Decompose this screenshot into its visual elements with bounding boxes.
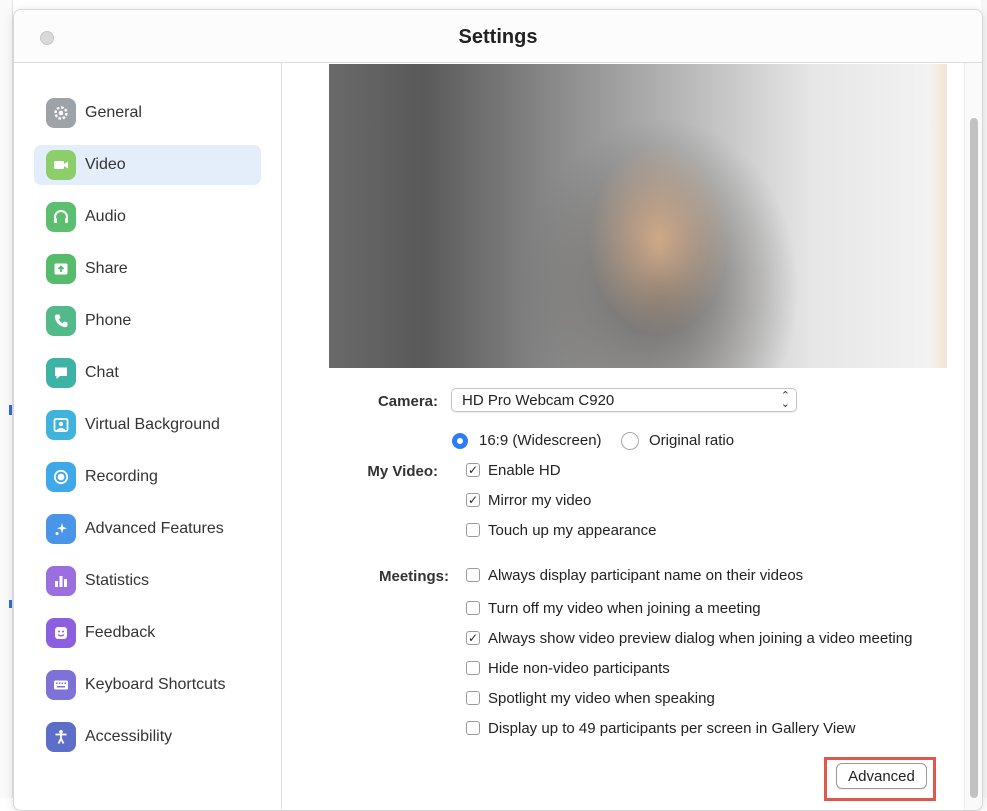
- option-label: Mirror my video: [488, 491, 592, 509]
- sidebar-item-label: Audio: [85, 208, 126, 225]
- sidebar-item-label: Keyboard Shortcuts: [85, 676, 226, 693]
- camera-preview: [329, 64, 947, 368]
- hide-non-video-option[interactable]: Hide non-video participants: [466, 658, 670, 678]
- option-label: Spotlight my video when speaking: [488, 689, 715, 707]
- turn-off-video-option[interactable]: Turn off my video when joining a meeting: [466, 598, 761, 618]
- display-name-option[interactable]: Always display participant name on their…: [466, 565, 803, 585]
- sidebar-item-label: Phone: [85, 312, 132, 329]
- sidebar-item-label: Statistics: [85, 572, 150, 589]
- sidebar-item-share[interactable]: Share: [34, 249, 261, 289]
- aspect-widescreen-radio[interactable]: [452, 433, 468, 449]
- spotlight-checkbox[interactable]: [466, 691, 480, 705]
- option-label: Always display participant name on their…: [488, 566, 804, 584]
- aspect-widescreen-label: 16:9 (Widescreen): [479, 432, 602, 449]
- enable-hd-checkbox[interactable]: ✓: [466, 463, 480, 477]
- sidebar-item-label: Feedback: [85, 624, 156, 641]
- sidebar-item-phone[interactable]: Phone: [34, 301, 261, 341]
- mirror-video-option[interactable]: ✓ Mirror my video: [466, 490, 591, 510]
- enable-hd-option[interactable]: ✓ Enable HD: [466, 460, 561, 480]
- scrollbar-track[interactable]: [964, 63, 982, 810]
- share-screen-icon: [46, 254, 76, 284]
- bar-chart-icon: [46, 566, 76, 596]
- record-icon: [46, 462, 76, 492]
- gallery-49-checkbox[interactable]: [466, 721, 480, 735]
- option-label: Touch up my appearance: [488, 521, 657, 539]
- sidebar-item-video[interactable]: Video: [34, 145, 261, 185]
- sidebar-item-audio[interactable]: Audio: [34, 197, 261, 237]
- sidebar-item-statistics[interactable]: Statistics: [34, 561, 261, 601]
- spotlight-option[interactable]: Spotlight my video when speaking: [466, 688, 715, 708]
- sidebar-item-virtual-background[interactable]: Virtual Background: [34, 405, 261, 445]
- smiley-icon: [46, 618, 76, 648]
- sidebar-item-keyboard-shortcuts[interactable]: Keyboard Shortcuts: [34, 665, 261, 705]
- background-app-accent: [9, 405, 12, 415]
- camera-label: Camera:: [377, 393, 438, 410]
- option-label: Display up to 49 participants per screen…: [488, 719, 856, 737]
- option-label: Turn off my video when joining a meeting: [488, 599, 761, 617]
- sidebar-item-label: Advanced Features: [85, 520, 224, 537]
- mirror-video-checkbox[interactable]: ✓: [466, 493, 480, 507]
- sidebar-item-chat[interactable]: Chat: [34, 353, 261, 393]
- sidebar-item-label: Share: [85, 260, 128, 277]
- keyboard-icon: [46, 670, 76, 700]
- sidebar-item-general[interactable]: General: [34, 93, 261, 133]
- touch-up-checkbox[interactable]: [466, 523, 480, 537]
- video-preview-dialog-checkbox[interactable]: ✓: [466, 631, 480, 645]
- sidebar-item-label: General: [85, 104, 142, 121]
- option-label: Enable HD: [488, 461, 561, 479]
- advanced-button[interactable]: Advanced: [836, 763, 927, 789]
- window-title: Settings: [458, 26, 538, 48]
- display-name-checkbox[interactable]: [466, 568, 480, 582]
- sidebar-item-accessibility[interactable]: Accessibility: [34, 717, 261, 757]
- aspect-original-label: Original ratio: [649, 432, 735, 449]
- sidebar-item-recording[interactable]: Recording: [34, 457, 261, 497]
- person-frame-icon: [46, 410, 76, 440]
- option-label: Always show video preview dialog when jo…: [488, 629, 913, 647]
- sidebar-item-feedback[interactable]: Feedback: [34, 613, 261, 653]
- touch-up-option[interactable]: Touch up my appearance: [466, 520, 656, 540]
- chat-bubble-icon: [46, 358, 76, 388]
- option-label: Hide non-video participants: [488, 659, 670, 677]
- phone-icon: [46, 306, 76, 336]
- sidebar-item-label: Accessibility: [85, 728, 173, 745]
- camera-select[interactable]: HD Pro Webcam C920 ⌃ ⌄: [451, 388, 797, 412]
- background-app-accent: [9, 600, 12, 608]
- sparkle-icon: [46, 514, 76, 544]
- scrollbar-thumb[interactable]: [970, 118, 978, 798]
- sidebar-item-label: Recording: [85, 468, 158, 485]
- chevron-up-down-icon: ⌃ ⌄: [780, 390, 790, 410]
- video-preview-dialog-option[interactable]: ✓ Always show video preview dialog when …: [466, 628, 912, 648]
- camera-select-value: HD Pro Webcam C920: [462, 391, 615, 409]
- sidebar-item-label: Virtual Background: [85, 416, 220, 433]
- video-camera-icon: [46, 150, 76, 180]
- turn-off-video-checkbox[interactable]: [466, 601, 480, 615]
- sidebar-item-label: Chat: [85, 364, 119, 381]
- my-video-label: My Video:: [367, 463, 438, 480]
- headphones-icon: [46, 202, 76, 232]
- settings-window: Settings General Video Audio Share Phone…: [13, 9, 983, 811]
- video-settings-panel: Camera: HD Pro Webcam C920 ⌃ ⌄ 16:9 (Wide…: [282, 63, 982, 810]
- aspect-original-radio[interactable]: [621, 432, 639, 450]
- background-app-edge: [0, 0, 13, 798]
- meetings-label: Meetings:: [378, 568, 449, 585]
- accessibility-icon: [46, 722, 76, 752]
- sidebar-item-label: Video: [85, 156, 126, 173]
- hide-non-video-checkbox[interactable]: [466, 661, 480, 675]
- gear-icon: [46, 98, 76, 128]
- gallery-49-option[interactable]: Display up to 49 participants per screen…: [466, 718, 855, 738]
- title-bar: Settings: [14, 10, 982, 63]
- sidebar-item-advanced-features[interactable]: Advanced Features: [34, 509, 261, 549]
- settings-sidebar: General Video Audio Share Phone Chat Vir…: [14, 63, 282, 810]
